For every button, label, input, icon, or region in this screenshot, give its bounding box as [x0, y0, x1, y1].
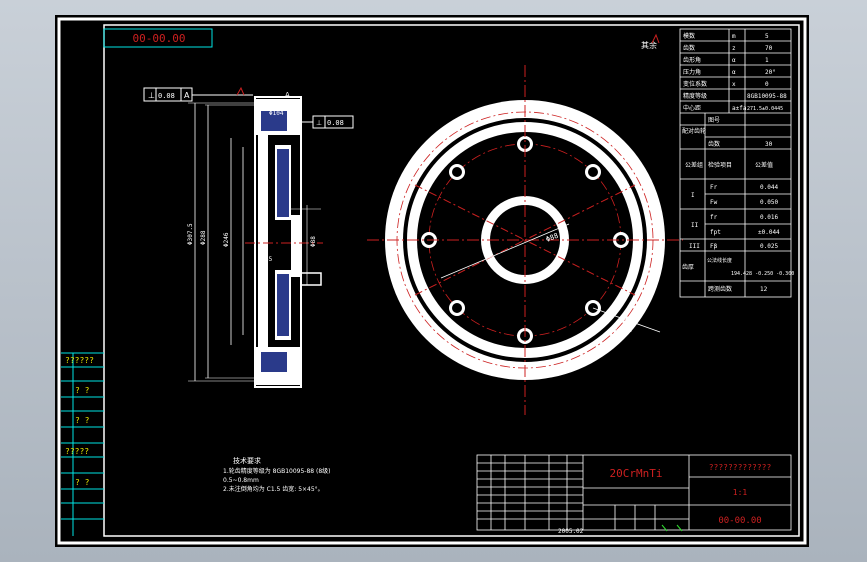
mid-sub-7: Fβ: [710, 243, 718, 250]
bottom-sub-1: 跨测齿数: [708, 285, 732, 293]
param-label-3: 压力角: [683, 68, 701, 76]
top-drawing-number: 00-00.00: [133, 32, 186, 45]
dim-bore: Φ88: [310, 236, 317, 247]
mid-val-6: ±0.044: [758, 229, 780, 236]
tech-title: 技术要求: [233, 456, 261, 465]
mid-val-4: 0.050: [760, 199, 778, 206]
tolerance-symbol-right: ⊥: [316, 119, 322, 127]
strip-cell-3: ? ?: [75, 416, 90, 425]
mid-sub-2: 检验项目: [708, 161, 732, 169]
param-label-0: 模数: [683, 32, 695, 40]
strip-cell-5: ? ?: [75, 478, 90, 487]
keyway-stub: [300, 272, 322, 286]
gear-section-view: ⊥ 0.08 A Φ307.5 Φ288 Φ246 A ⊥ 0.08 Φ88 3…: [143, 86, 354, 388]
dim-d1: Φ307.5: [187, 223, 194, 245]
mid-group-2: 公差组: [685, 161, 703, 169]
bottom-sub-0: 公法线长度: [707, 257, 732, 264]
mid-sub-3: Fr: [710, 184, 718, 191]
mid-group-5: II: [691, 222, 699, 229]
param-sym-2: α: [732, 57, 736, 64]
cad-viewport: 00-00.00 其余 ?????? ? ? ? ? ????? ? ? ⊥ 0…: [55, 15, 809, 547]
drawing-canvas: 00-00.00 其余 ?????? ? ? ? ? ????? ? ? ⊥ 0…: [57, 17, 807, 545]
mid-val-2: 公差值: [755, 161, 773, 169]
dim-holes: 8×Φ18: [611, 326, 632, 334]
strip-cell-2: ? ?: [75, 386, 90, 395]
mid-group-7: III: [689, 243, 700, 250]
dim-d6: 20: [293, 256, 301, 263]
rim-bottom-hatch: [261, 352, 287, 372]
param-val-5: 8GB10095-88: [747, 93, 787, 100]
param-val-0: 5: [765, 33, 769, 40]
datum-label: A: [285, 91, 290, 99]
bottom-val-1: 12: [760, 286, 768, 293]
dim-d2: Φ288: [200, 230, 207, 245]
param-val-4: 0: [765, 81, 769, 88]
param-sym-1: z: [732, 45, 736, 52]
tolerance-value-right: 0.08: [327, 119, 344, 127]
param-sym-6: a±fa: [732, 105, 747, 112]
param-label-6: 中心距: [683, 104, 701, 112]
tolerance-datum-left: A: [184, 91, 190, 100]
mid-group-3: I: [691, 192, 695, 199]
strip-cell-4: ?????: [65, 447, 89, 456]
param-val-6: 271.5±0.0445: [747, 106, 783, 112]
web-left: [258, 135, 268, 347]
mid-sub-0: 图号: [708, 117, 720, 124]
title-drawing-no: 00-00.00: [718, 516, 761, 526]
hub: [291, 215, 301, 277]
mid-sub-1: 齿数: [708, 140, 720, 148]
tolerance-symbol-left: ⊥: [148, 91, 155, 100]
mid-val-5: 0.016: [760, 214, 778, 221]
param-sym-3: α: [732, 69, 736, 76]
param-val-1: 70: [765, 45, 773, 52]
mid-sub-5: fr: [710, 214, 718, 221]
title-date: 2005.02: [558, 528, 584, 535]
bottom-val-0: 194.428 -0.250 -0.300: [731, 271, 794, 277]
dim-d3: Φ104: [269, 110, 284, 117]
mid-group-0: 配对齿轮: [682, 127, 706, 135]
strip-cell-1: ??????: [65, 356, 94, 365]
param-sym-4: x: [732, 81, 736, 88]
param-val-2: 1: [765, 57, 769, 64]
gear-front-view: Φ88 8×Φ18: [367, 65, 683, 415]
mid-val-1: 30: [765, 141, 773, 148]
title-part-name: ?????????????: [709, 463, 772, 472]
title-material: 20CrMnTi: [610, 467, 663, 480]
param-label-4: 变位系数: [683, 80, 707, 88]
roughness-note: 其余: [641, 40, 657, 50]
mid-sub-4: Fw: [710, 199, 718, 206]
mid-val-7: 0.025: [760, 243, 778, 250]
param-label-2: 齿形角: [683, 56, 701, 64]
mid-sub-6: fpt: [710, 229, 721, 236]
tech-requirements: 技术要求 1.轮齿精度等级为 8GB10095-88 (8级) 0.5~0.8m…: [223, 456, 331, 493]
tech-line-3: 2.未注倒角均为 C1.5 齿宽: 5×45°。: [223, 485, 324, 493]
param-label-1: 齿数: [683, 44, 695, 52]
tech-line-2: 0.5~0.8mm: [223, 477, 259, 484]
left-revision-strip: ?????? ? ? ? ? ????? ? ?: [61, 352, 104, 536]
tech-line-1: 1.轮齿精度等级为 8GB10095-88 (8级): [223, 467, 331, 475]
mid-val-3: 0.044: [760, 184, 778, 191]
param-label-5: 精度等级: [683, 92, 707, 100]
param-sym-0: m: [732, 33, 736, 40]
tolerance-value-left: 0.08: [158, 92, 175, 100]
title-scale: 1:1: [733, 488, 748, 497]
bottom-group-0: 齿厚: [682, 263, 694, 271]
param-val-3: 20°: [765, 69, 776, 76]
dim-d5: 35: [265, 256, 273, 263]
dim-d4: Φ246: [223, 232, 230, 247]
